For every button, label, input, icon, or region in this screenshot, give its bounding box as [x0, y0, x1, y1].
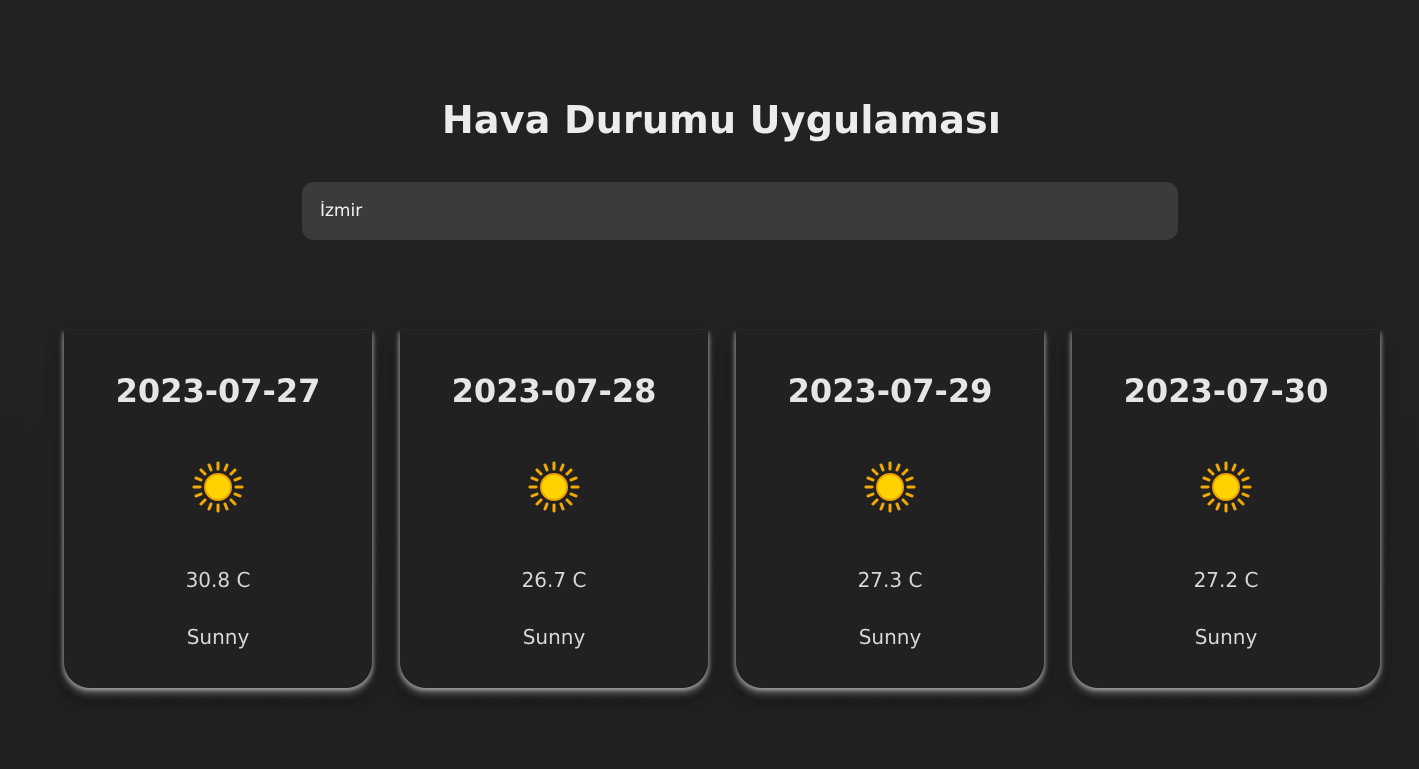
forecast-temperature: 27.3 C [857, 568, 923, 592]
city-search-input[interactable] [302, 182, 1178, 240]
forecast-card: 2023-07-29 27.3 C Sunny [736, 330, 1044, 688]
page-title: Hava Durumu Uygulaması [441, 98, 1002, 142]
forecast-condition: Sunny [1194, 625, 1258, 649]
forecast-card-list: 2023-07-27 30.8 C Sunny 2023-07-28 26.7 … [0, 330, 1419, 710]
forecast-date: 2023-07-27 [115, 372, 321, 410]
sun-icon [864, 461, 916, 513]
forecast-condition: Sunny [186, 625, 250, 649]
forecast-condition: Sunny [858, 625, 922, 649]
sun-icon [192, 461, 244, 513]
forecast-condition: Sunny [522, 625, 586, 649]
sun-icon [1200, 461, 1252, 513]
forecast-date: 2023-07-30 [1123, 372, 1329, 410]
forecast-temperature: 30.8 C [185, 568, 251, 592]
forecast-card: 2023-07-30 27.2 C Sunny [1072, 330, 1380, 688]
forecast-temperature: 26.7 C [521, 568, 587, 592]
sun-icon [528, 461, 580, 513]
forecast-card: 2023-07-27 30.8 C Sunny [64, 330, 372, 688]
forecast-date: 2023-07-28 [451, 372, 657, 410]
forecast-card: 2023-07-28 26.7 C Sunny [400, 330, 708, 688]
forecast-temperature: 27.2 C [1193, 568, 1259, 592]
forecast-date: 2023-07-29 [787, 372, 993, 410]
